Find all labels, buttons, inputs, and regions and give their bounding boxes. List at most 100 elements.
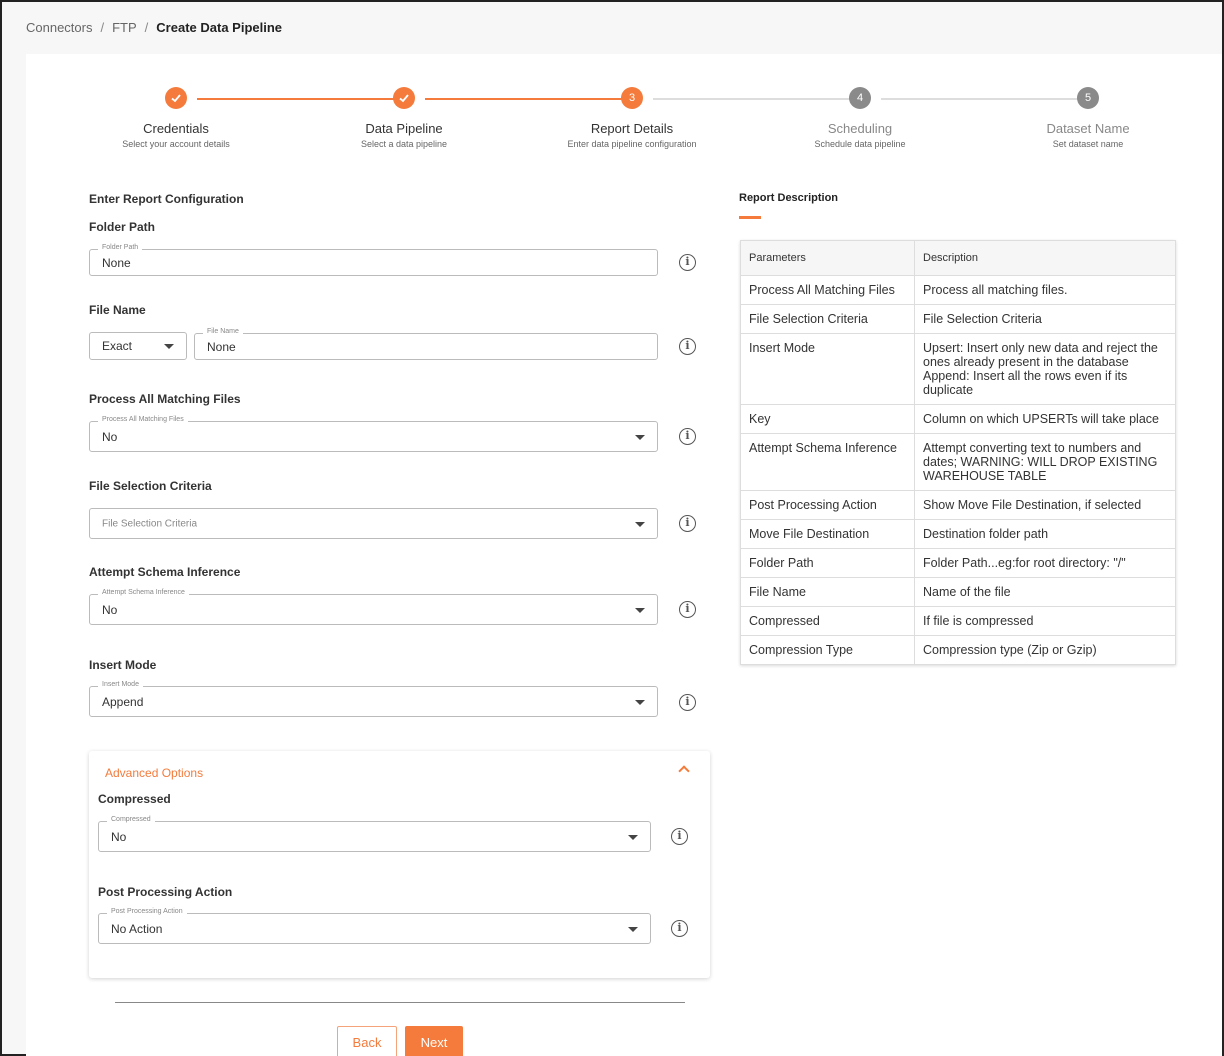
step-report-details[interactable]: 3 Report Details Enter data pipeline con… [532, 87, 732, 149]
param-cell: Process All Matching Files [740, 275, 915, 305]
desc-cell: Name of the file [914, 577, 1176, 607]
step-title: Data Pipeline [365, 121, 443, 136]
info-icon[interactable]: i [679, 428, 696, 445]
desc-cell: Process all matching files. [914, 275, 1176, 305]
info-icon[interactable]: i [671, 828, 688, 845]
report-description-title: Report Description [739, 192, 839, 204]
desc-cell: Folder Path...eg:for root directory: "/" [914, 548, 1176, 578]
desc-cell: File Selection Criteria [914, 304, 1176, 334]
process-all-label: Process All Matching Files [89, 392, 241, 406]
header-parameters: Parameters [740, 240, 915, 276]
compressed-label: Compressed [98, 792, 171, 806]
step-subtitle: Schedule data pipeline [814, 139, 906, 149]
step-subtitle: Set dataset name [1052, 139, 1124, 149]
table-row: Compression Type Compression type (Zip or… [740, 635, 1176, 665]
caret-down-icon [628, 926, 638, 932]
info-icon[interactable]: i [679, 338, 696, 355]
info-icon[interactable]: i [679, 601, 696, 618]
table-row: Key Column on which UPSERTs will take pla… [740, 404, 1176, 434]
compressed-legend: Compressed [107, 816, 155, 823]
param-cell: Folder Path [740, 548, 915, 578]
table-row: Process All Matching Files Process all ma… [740, 275, 1176, 305]
caret-down-icon [635, 521, 645, 527]
caret-down-icon [628, 834, 638, 840]
desc-cell: Destination folder path [914, 519, 1176, 549]
desc-cell: Column on which UPSERTs will take place [914, 404, 1176, 434]
insert-mode-legend: Insert Mode [98, 681, 143, 688]
param-cell: Compressed [740, 606, 915, 636]
caret-down-icon [635, 699, 645, 705]
table-header-row: Parameters Description [740, 240, 1176, 276]
desc-cell: If file is compressed [914, 606, 1176, 636]
selection-criteria-select[interactable]: File Selection Criteria [89, 508, 658, 539]
report-description-table: Parameters Description Process All Match… [740, 240, 1176, 665]
caret-down-icon [164, 344, 174, 349]
step-number: 3 [621, 87, 643, 109]
step-subtitle: Select a data pipeline [360, 139, 448, 149]
step-number: 5 [1077, 87, 1099, 109]
file-name-match-select[interactable]: Exact [89, 332, 187, 360]
process-all-select[interactable]: Process All Matching Files No [89, 416, 658, 452]
table-row: Insert Mode Upsert: Insert only new data … [740, 333, 1176, 405]
header-description: Description [914, 240, 1176, 276]
compressed-select[interactable]: Compressed No [98, 816, 651, 852]
advanced-options-panel: Advanced Options Compressed Compressed N… [89, 751, 710, 978]
step-title: Credentials [143, 121, 209, 136]
info-icon[interactable]: i [679, 694, 696, 711]
step-title: Dataset Name [1046, 121, 1130, 136]
table-row: Move File Destination Destination folder … [740, 519, 1176, 549]
desc-cell: Show Move File Destination, if selected [914, 490, 1176, 520]
post-processing-value: No Action [111, 921, 163, 936]
param-cell: Move File Destination [740, 519, 915, 549]
step-subtitle: Enter data pipeline configuration [567, 139, 697, 149]
folder-path-input[interactable]: Folder Path None [89, 244, 658, 276]
caret-down-icon [635, 607, 645, 613]
param-cell: Post Processing Action [740, 490, 915, 520]
insert-mode-select[interactable]: Insert Mode Append [89, 681, 658, 717]
step-number: 4 [849, 87, 871, 109]
step-scheduling[interactable]: 4 Scheduling Schedule data pipeline [760, 87, 960, 149]
file-name-input[interactable]: File Name None [194, 328, 658, 360]
param-cell: File Name [740, 577, 915, 607]
check-icon [165, 87, 187, 109]
breadcrumb: Connectors / FTP / Create Data Pipeline [26, 20, 282, 35]
compressed-value: No [111, 829, 127, 844]
post-processing-select[interactable]: Post Processing Action No Action [98, 908, 651, 944]
info-icon[interactable]: i [679, 254, 696, 271]
schema-inference-select[interactable]: Attempt Schema Inference No [89, 589, 658, 625]
next-button[interactable]: Next [405, 1026, 463, 1056]
step-dataset-name[interactable]: 5 Dataset Name Set dataset name [988, 87, 1188, 149]
advanced-options-toggle[interactable]: Advanced Options [105, 766, 203, 780]
table-row: File Selection Criteria File Selection Cr… [740, 304, 1176, 334]
param-cell: Attempt Schema Inference [740, 433, 915, 491]
chevron-up-icon[interactable] [678, 765, 690, 777]
param-cell: File Selection Criteria [740, 304, 915, 334]
report-description-underline [739, 216, 761, 219]
post-processing-label: Post Processing Action [98, 885, 233, 899]
info-icon[interactable]: i [679, 515, 696, 532]
folder-path-legend: Folder Path [98, 244, 143, 251]
param-cell: Insert Mode [740, 333, 915, 405]
step-data-pipeline[interactable]: Data Pipeline Select a data pipeline [304, 87, 504, 149]
breadcrumb-connectors[interactable]: Connectors [26, 20, 92, 35]
table-row: File Name Name of the file [740, 577, 1176, 607]
breadcrumb-ftp[interactable]: FTP [112, 20, 137, 35]
desc-cell: Upsert: Insert only new data and reject … [914, 333, 1176, 405]
back-button[interactable]: Back [337, 1026, 397, 1056]
breadcrumb-current: Create Data Pipeline [156, 20, 283, 35]
insert-mode-value: Append [102, 694, 144, 709]
info-icon[interactable]: i [671, 920, 688, 937]
table-row: Post Processing Action Show Move File Des… [740, 490, 1176, 520]
file-name-match-value: Exact [102, 339, 133, 353]
step-title: Scheduling [827, 121, 893, 136]
table-row: Attempt Schema Inference Attempt converti… [740, 433, 1176, 491]
file-name-legend: File Name [203, 328, 243, 335]
desc-cell: Compression type (Zip or Gzip) [914, 635, 1176, 665]
step-title: Report Details [590, 121, 674, 136]
breadcrumb-separator: / [100, 20, 105, 35]
process-all-value: No [102, 429, 118, 444]
caret-down-icon [635, 434, 645, 440]
param-cell: Compression Type [740, 635, 915, 665]
desc-cell: Attempt converting text to numbers and d… [914, 433, 1176, 491]
step-credentials[interactable]: Credentials Select your account details [76, 87, 276, 149]
